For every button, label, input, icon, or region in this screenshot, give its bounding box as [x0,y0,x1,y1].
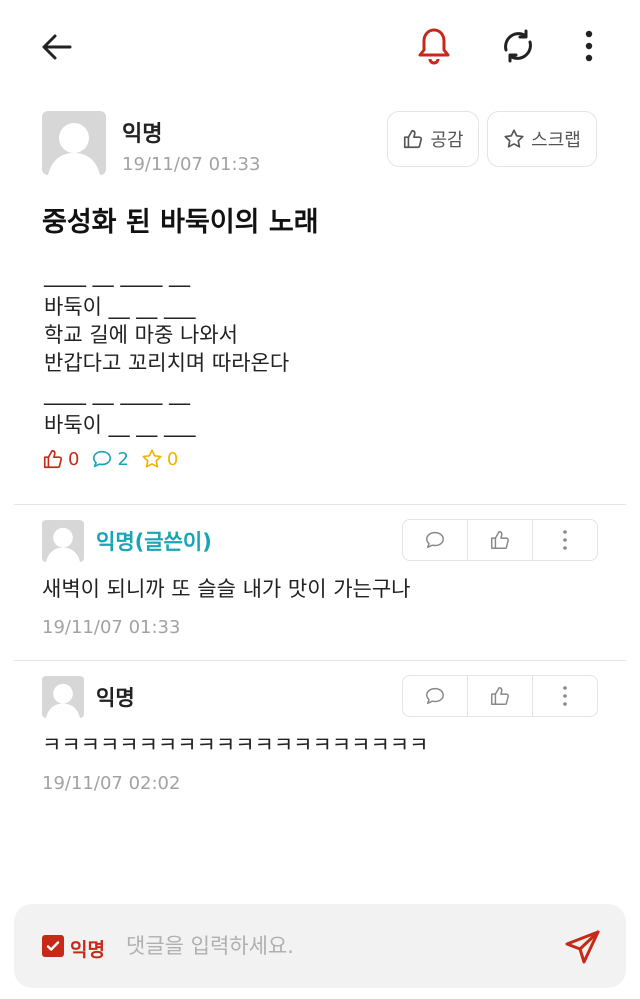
comment-bubble-icon [426,687,444,705]
thumbs-up-icon [404,129,423,149]
back-arrow-icon[interactable] [36,26,78,68]
post-stats: 0 2 0 [42,448,190,470]
more-vertical-icon [563,530,567,550]
divider [14,504,626,505]
scrap-count: 0 [141,448,178,470]
anonymous-label[interactable]: 익명 [70,935,105,962]
more-vertical-icon [563,686,567,706]
bell-icon[interactable] [412,24,456,68]
comment-more-button[interactable] [533,676,597,716]
post-body-line: ____ __ ____ __ [44,263,191,287]
reply-button[interactable] [403,676,468,716]
avatar [42,520,84,562]
top-bar [0,0,640,92]
comment-like-button[interactable] [468,676,533,716]
comment-count: 2 [91,448,129,470]
post-body-line: 학교 길에 마중 나와서 [44,323,238,347]
post-title: 중성화 된 바둑이의 노래 [42,207,319,238]
post-body-line: 바둑이 __ __ ___ [44,413,196,437]
comment-like-button[interactable] [468,520,533,560]
comment-bubble-icon [426,531,444,549]
thumbs-up-icon [43,449,63,469]
comment-actions [402,675,598,717]
comment-text: 새벽이 되니까 또 슬슬 내가 맛이 가는구나 [42,577,411,601]
thumbs-up-icon [491,531,509,549]
star-icon [142,449,162,468]
star-icon [504,129,524,148]
comment-bubble-icon [93,450,112,468]
comment-text: ㅋㅋㅋㅋㅋㅋㅋㅋㅋㅋㅋㅋㅋㅋㅋㅋㅋㅋㅋㅋ [42,733,429,757]
comment-input[interactable] [126,926,546,966]
post-body-line: ____ __ ____ __ [44,381,191,405]
like-count: 0 [42,448,79,470]
post-body-line: 바둑이 __ __ ___ [44,295,196,319]
send-icon[interactable] [560,924,606,970]
avatar [42,111,106,175]
reply-button[interactable] [403,520,468,560]
post-body-line: 반갑다고 꼬리치며 따라온다 [44,351,290,375]
comment-item: 익명(글쓴이) 새벽이 되니까 또 슬슬 내가 맛이 가는구나 19/11/07… [42,519,598,645]
scrap-button[interactable]: 스크랩 [487,111,597,167]
comment-more-button[interactable] [533,520,597,560]
like-button-label: 공감 [430,130,464,151]
comment-author: 익명(글쓴이) [96,530,212,554]
post-date: 19/11/07 01:33 [122,154,261,175]
avatar [42,676,84,718]
comment-item: 익명 ㅋㅋㅋㅋㅋㅋㅋㅋㅋㅋㅋㅋㅋㅋㅋㅋㅋㅋㅋㅋ 19/11/07 02:02 [42,675,598,801]
refresh-icon[interactable] [496,24,540,68]
post-author: 익명 [122,122,163,147]
comment-date: 19/11/07 02:02 [42,773,181,794]
comment-author: 익명 [96,686,135,710]
scrap-button-label: 스크랩 [531,130,581,151]
divider [14,660,626,661]
thumbs-up-icon [491,687,509,705]
checkmark-icon [46,941,60,951]
more-vertical-icon[interactable] [572,24,606,68]
anonymous-checkbox[interactable] [42,935,64,957]
comment-input-bar: 익명 [14,904,626,988]
comment-actions [402,519,598,561]
comment-date: 19/11/07 01:33 [42,617,181,638]
like-button[interactable]: 공감 [387,111,479,167]
